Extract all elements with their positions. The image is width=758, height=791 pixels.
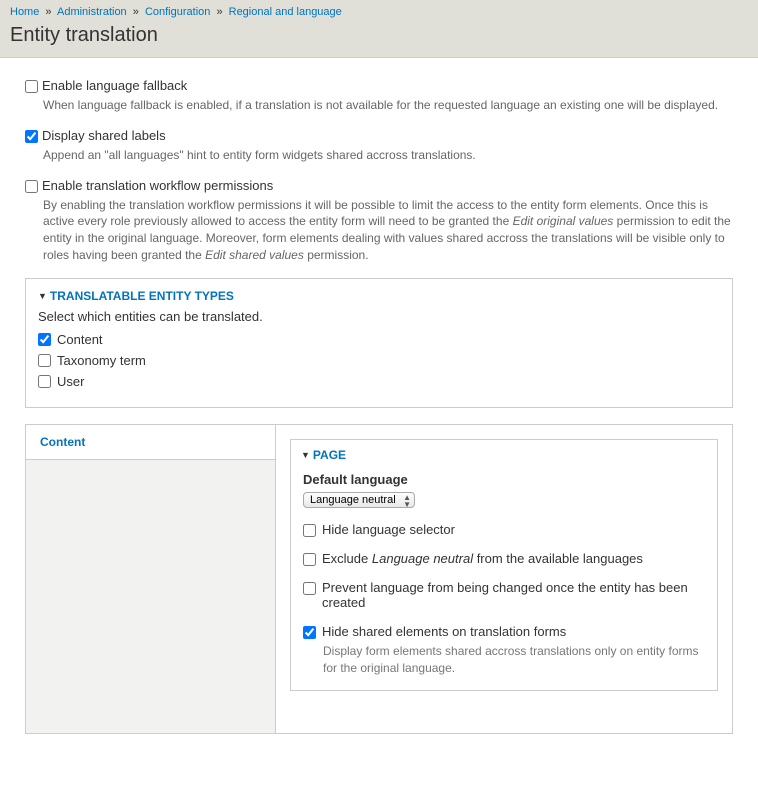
vertical-tabs-list: Content xyxy=(26,425,276,733)
exclude-neutral-checkbox[interactable] xyxy=(303,553,316,566)
fallback-description: When language fallback is enabled, if a … xyxy=(43,97,733,114)
page-body: Default language Language neutral ▲▼ Hid… xyxy=(291,468,717,691)
translatable-desc: Select which entities can be translated. xyxy=(38,309,720,324)
triangle-down-icon: ▼ xyxy=(38,291,47,301)
breadcrumb-regional[interactable]: Regional and language xyxy=(229,6,342,18)
workflow-label[interactable]: Enable translation workflow permissions xyxy=(42,178,273,193)
vertical-tabs-pane: ▼ Page Default language Language neutral… xyxy=(276,425,732,733)
content-region: Enable language fallback When language f… xyxy=(0,58,758,754)
translatable-body: Select which entities can be translated.… xyxy=(26,309,732,407)
breadcrumb-home[interactable]: Home xyxy=(10,6,39,18)
triangle-down-icon: ▼ xyxy=(301,450,310,460)
entity-content-checkbox[interactable] xyxy=(38,333,51,346)
page-legend[interactable]: ▼ Page xyxy=(291,440,717,468)
breadcrumb-sep: » xyxy=(216,6,222,18)
breadcrumb-config[interactable]: Configuration xyxy=(145,6,210,18)
default-language-label: Default language xyxy=(303,472,705,487)
breadcrumb-sep: » xyxy=(45,6,51,18)
shared-labels-label[interactable]: Display shared labels xyxy=(42,128,166,143)
hide-shared-description: Display form elements shared accross tra… xyxy=(323,643,705,677)
page-legend-text: Page xyxy=(313,448,346,462)
shared-labels-checkbox[interactable] xyxy=(25,130,38,143)
header-bar: Home » Administration » Configuration » … xyxy=(0,0,758,58)
translatable-fieldset: ▼ Translatable entity types Select which… xyxy=(25,278,733,408)
shared-labels-item: Display shared labels Append an "all lan… xyxy=(25,128,733,164)
translatable-legend[interactable]: ▼ Translatable entity types xyxy=(26,279,732,309)
tab-content[interactable]: Content xyxy=(26,425,275,460)
workflow-item: Enable translation workflow permissions … xyxy=(25,178,733,264)
workflow-description: By enabling the translation workflow per… xyxy=(43,197,733,264)
prevent-change-checkbox[interactable] xyxy=(303,582,316,595)
fallback-checkbox[interactable] xyxy=(25,80,38,93)
exclude-neutral-label[interactable]: Exclude Language neutral from the availa… xyxy=(322,551,643,566)
workflow-checkbox[interactable] xyxy=(25,180,38,193)
page-title: Entity translation xyxy=(0,20,758,57)
vertical-tabs: Content ▼ Page Default language Language… xyxy=(25,424,733,734)
breadcrumb: Home » Administration » Configuration » … xyxy=(0,0,758,20)
fallback-item: Enable language fallback When language f… xyxy=(25,78,733,114)
entity-user-label[interactable]: User xyxy=(57,374,84,389)
fallback-label[interactable]: Enable language fallback xyxy=(42,78,187,93)
hide-selector-checkbox[interactable] xyxy=(303,524,316,537)
entity-user-checkbox[interactable] xyxy=(38,375,51,388)
hide-selector-label[interactable]: Hide language selector xyxy=(322,522,455,537)
page-fieldset: ▼ Page Default language Language neutral… xyxy=(290,439,718,692)
entity-taxonomy-label[interactable]: Taxonomy term xyxy=(57,353,146,368)
hide-shared-label[interactable]: Hide shared elements on translation form… xyxy=(322,624,566,639)
breadcrumb-sep: » xyxy=(133,6,139,18)
entity-taxonomy-checkbox[interactable] xyxy=(38,354,51,367)
hide-shared-checkbox[interactable] xyxy=(303,626,316,639)
shared-labels-description: Append an "all languages" hint to entity… xyxy=(43,147,733,164)
breadcrumb-admin[interactable]: Administration xyxy=(57,6,127,18)
translatable-legend-text: Translatable entity types xyxy=(50,289,234,303)
default-language-select[interactable]: Language neutral xyxy=(310,494,410,506)
entity-content-label[interactable]: Content xyxy=(57,332,103,347)
prevent-change-label[interactable]: Prevent language from being changed once… xyxy=(322,580,705,610)
default-language-select-wrap[interactable]: Language neutral ▲▼ xyxy=(303,492,415,508)
